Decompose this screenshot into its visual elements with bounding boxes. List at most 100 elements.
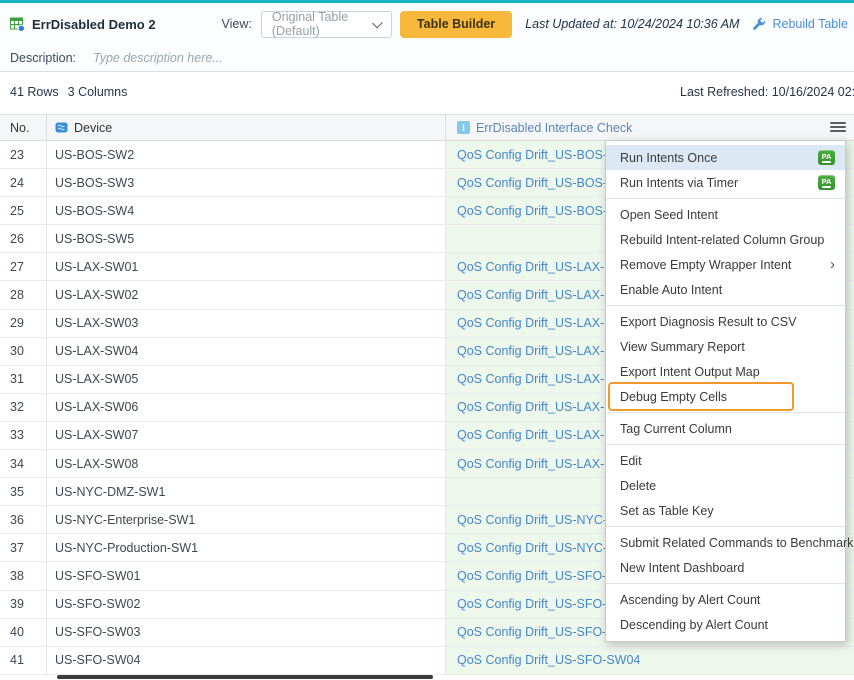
menu-item-label: Descending by Alert Count bbox=[620, 618, 835, 632]
row-number-cell: 27 bbox=[0, 253, 47, 281]
row-number-cell: 37 bbox=[0, 534, 47, 562]
device-cell: US-LAX-SW08 bbox=[47, 450, 446, 478]
menu-item-run-intents-once[interactable]: Run Intents OncePA bbox=[606, 145, 845, 170]
menu-item-run-intents-via-timer[interactable]: Run Intents via TimerPA bbox=[606, 170, 845, 195]
table-builder-button[interactable]: Table Builder bbox=[400, 11, 512, 38]
menu-item-label: View Summary Report bbox=[620, 340, 835, 354]
menu-item-enable-auto-intent[interactable]: Enable Auto Intent bbox=[606, 277, 845, 302]
page-title: ErrDisabled Demo 2 bbox=[32, 17, 156, 32]
menu-item-set-as-table-key[interactable]: Set as Table Key bbox=[606, 498, 845, 523]
intent-check-cell: QoS Config Drift_US-SFO-SW04 bbox=[446, 647, 854, 675]
intent-icon: I bbox=[457, 121, 470, 134]
menu-item-label: Debug Empty Cells bbox=[620, 390, 835, 404]
menu-item-descending-by-alert-count[interactable]: Descending by Alert Count bbox=[606, 612, 845, 637]
menu-item-export-diagnosis-result-to-csv[interactable]: Export Diagnosis Result to CSV bbox=[606, 309, 845, 334]
row-number-cell: 34 bbox=[0, 450, 47, 478]
menu-separator bbox=[606, 305, 845, 306]
menu-item-edit[interactable]: Edit bbox=[606, 448, 845, 473]
description-input[interactable]: Type description here... bbox=[93, 51, 223, 65]
row-number-cell: 25 bbox=[0, 197, 47, 225]
menu-separator bbox=[606, 198, 845, 199]
device-cell: US-SFO-SW04 bbox=[47, 647, 446, 675]
menu-item-label: Run Intents via Timer bbox=[620, 176, 818, 190]
device-cell: US-NYC-Enterprise-SW1 bbox=[47, 506, 446, 534]
row-number-cell: 29 bbox=[0, 310, 47, 338]
device-cell: US-BOS-SW4 bbox=[47, 197, 446, 225]
menu-item-debug-empty-cells[interactable]: Debug Empty Cells bbox=[606, 384, 845, 409]
row-number-cell: 41 bbox=[0, 647, 47, 675]
menu-item-label: Remove Empty Wrapper Intent bbox=[620, 258, 830, 272]
title-row: ErrDisabled Demo 2 View: Original Table … bbox=[10, 10, 848, 38]
menu-item-new-intent-dashboard[interactable]: New Intent Dashboard bbox=[606, 555, 845, 580]
menu-item-label: Submit Related Commands to Benchmark bbox=[620, 536, 853, 550]
rebuild-table-link[interactable]: Rebuild Table bbox=[772, 17, 848, 31]
device-icon bbox=[55, 121, 68, 134]
menu-item-label: Enable Auto Intent bbox=[620, 283, 835, 297]
view-select[interactable]: Original Table (Default) bbox=[261, 11, 392, 38]
device-cell: US-SFO-SW02 bbox=[47, 591, 446, 619]
pa-badge-icon: PA bbox=[818, 150, 835, 165]
menu-item-label: Rebuild Intent-related Column Group bbox=[620, 233, 835, 247]
column-menu-icon[interactable] bbox=[830, 122, 846, 132]
horizontal-scrollbar-thumb[interactable] bbox=[57, 675, 433, 679]
menu-item-label: Export Intent Output Map bbox=[620, 365, 835, 379]
menu-separator bbox=[606, 526, 845, 527]
menu-item-rebuild-intent-related-column-group[interactable]: Rebuild Intent-related Column Group bbox=[606, 227, 845, 252]
device-cell: US-BOS-SW2 bbox=[47, 141, 446, 169]
menu-item-delete[interactable]: Delete bbox=[606, 473, 845, 498]
menu-item-ascending-by-alert-count[interactable]: Ascending by Alert Count bbox=[606, 587, 845, 612]
device-cell: US-NYC-DMZ-SW1 bbox=[47, 478, 446, 506]
menu-item-export-intent-output-map[interactable]: Export Intent Output Map bbox=[606, 359, 845, 384]
menu-separator bbox=[606, 412, 845, 413]
column-header-intent-label: ErrDisabled Interface Check bbox=[476, 121, 632, 135]
view-select-value: Original Table (Default) bbox=[272, 10, 374, 38]
device-cell: US-LAX-SW04 bbox=[47, 338, 446, 366]
device-cell: US-BOS-SW3 bbox=[47, 169, 446, 197]
submenu-arrow-icon: › bbox=[830, 259, 835, 271]
header-band: ErrDisabled Demo 2 View: Original Table … bbox=[0, 3, 854, 72]
table-grid-icon bbox=[10, 17, 25, 32]
row-number-cell: 36 bbox=[0, 506, 47, 534]
intent-result-link[interactable]: QoS Config Drift_US-SFO-SW04 bbox=[457, 653, 640, 667]
menu-item-view-summary-report[interactable]: View Summary Report bbox=[606, 334, 845, 359]
row-number-cell: 35 bbox=[0, 478, 47, 506]
row-number-cell: 32 bbox=[0, 394, 47, 422]
device-cell: US-BOS-SW5 bbox=[47, 225, 446, 253]
column-header-no[interactable]: No. bbox=[0, 115, 47, 140]
stats-row: 41 Rows 3 Columns Last Refreshed: 10/16/… bbox=[0, 72, 854, 114]
wrench-icon bbox=[752, 17, 766, 31]
device-cell: US-NYC-Production-SW1 bbox=[47, 534, 446, 562]
menu-item-remove-empty-wrapper-intent[interactable]: Remove Empty Wrapper Intent› bbox=[606, 252, 845, 277]
menu-item-label: New Intent Dashboard bbox=[620, 561, 835, 575]
device-cell: US-LAX-SW03 bbox=[47, 310, 446, 338]
row-number-cell: 31 bbox=[0, 366, 47, 394]
row-number-cell: 40 bbox=[0, 619, 47, 647]
last-refreshed-text: Last Refreshed: 10/16/2024 02:00 bbox=[680, 85, 854, 99]
view-label: View: bbox=[222, 17, 252, 31]
column-header-device[interactable]: Device bbox=[47, 115, 446, 140]
menu-item-label: Export Diagnosis Result to CSV bbox=[620, 315, 835, 329]
device-cell: US-SFO-SW01 bbox=[47, 562, 446, 590]
table-viewer-page: { "header": { "title": "ErrDisabled Demo… bbox=[0, 0, 854, 680]
row-number-cell: 33 bbox=[0, 422, 47, 450]
menu-item-label: Edit bbox=[620, 454, 835, 468]
row-number-cell: 30 bbox=[0, 338, 47, 366]
menu-item-label: Delete bbox=[620, 479, 835, 493]
menu-item-label: Tag Current Column bbox=[620, 422, 835, 436]
menu-item-label: Set as Table Key bbox=[620, 504, 835, 518]
pa-badge-icon: PA bbox=[818, 175, 835, 190]
row-number-cell: 23 bbox=[0, 141, 47, 169]
device-cell: US-LAX-SW02 bbox=[47, 281, 446, 309]
column-header-intent[interactable]: I ErrDisabled Interface Check bbox=[446, 115, 854, 140]
menu-item-submit-related-commands-to-benchmark[interactable]: Submit Related Commands to Benchmark bbox=[606, 530, 845, 555]
device-cell: US-SFO-SW03 bbox=[47, 619, 446, 647]
row-number-cell: 28 bbox=[0, 281, 47, 309]
device-cell: US-LAX-SW07 bbox=[47, 422, 446, 450]
row-number-cell: 38 bbox=[0, 562, 47, 590]
row-number-cell: 24 bbox=[0, 169, 47, 197]
menu-separator bbox=[606, 444, 845, 445]
description-label: Description: bbox=[10, 51, 76, 65]
device-cell: US-LAX-SW01 bbox=[47, 253, 446, 281]
menu-item-tag-current-column[interactable]: Tag Current Column bbox=[606, 416, 845, 441]
menu-item-open-seed-intent[interactable]: Open Seed Intent bbox=[606, 202, 845, 227]
